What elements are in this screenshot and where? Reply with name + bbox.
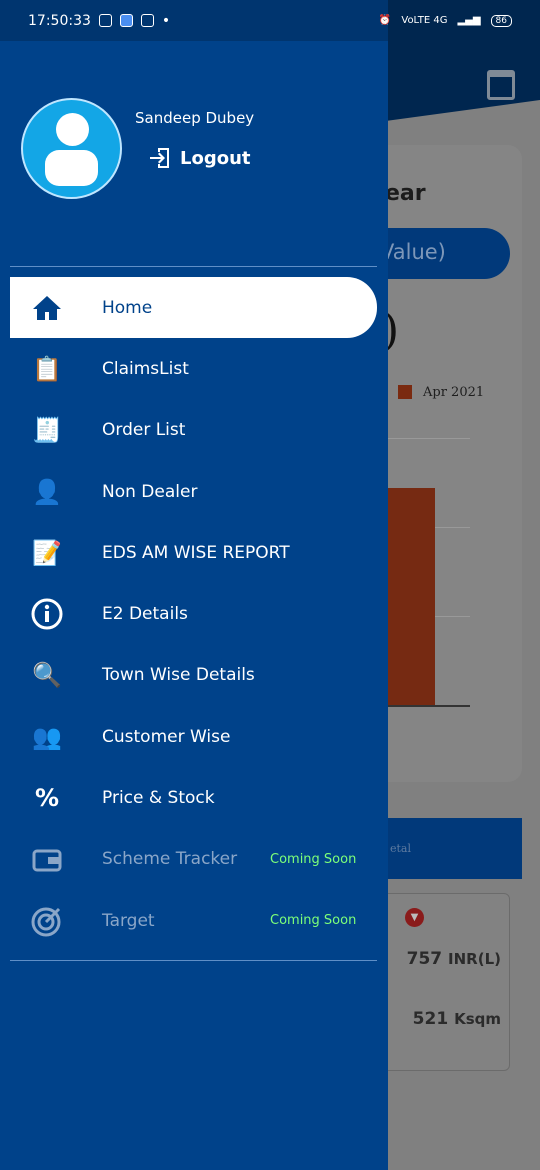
- order-list-icon: 🧾: [32, 416, 62, 445]
- menu-item-price-stock[interactable]: % Price & Stock: [10, 767, 377, 828]
- logout-icon: [150, 148, 169, 168]
- dropdown-icon[interactable]: ▼: [405, 908, 424, 927]
- menu-item-non-dealer[interactable]: 👤 Non Dealer: [10, 461, 377, 522]
- card-title: ear: [385, 181, 426, 206]
- menu-item-claimslist[interactable]: 📋 ClaimsList: [10, 338, 377, 399]
- divider: [10, 266, 377, 267]
- menu-item-e2-details[interactable]: E2 Details: [10, 583, 377, 644]
- legend-label: Apr 2021: [423, 385, 485, 400]
- menu-item-eds-am-wise-report[interactable]: 📝 EDS AM WISE REPORT: [10, 522, 377, 583]
- navigation-drawer: Sandeep Dubey Logout Home 📋 ClaimsList 🧾 O…: [0, 0, 388, 1170]
- report-edit-icon: 📝: [32, 538, 62, 567]
- notification-icon: [140, 14, 154, 27]
- drawer-menu: Home 📋 ClaimsList 🧾 Order List 👤 Non Dealer…: [10, 277, 377, 951]
- coming-soon-badge: Coming Soon: [270, 913, 357, 929]
- menu-item-home[interactable]: Home: [10, 277, 377, 339]
- value-row: 521 Ksqm: [412, 1009, 501, 1029]
- info-icon: [30, 597, 64, 631]
- alarm-icon: ⏰: [378, 15, 392, 26]
- clipboard-check-icon: 📋: [32, 354, 62, 383]
- avatar: [21, 98, 122, 199]
- signal-icon: ▂▄▆: [457, 15, 481, 26]
- percent-hand-icon: %: [34, 784, 60, 813]
- menu-item-target[interactable]: Target Coming Soon: [10, 890, 377, 951]
- town-search-icon: 🔍: [32, 661, 62, 690]
- notification-icon: [119, 14, 133, 27]
- target-icon: [30, 904, 64, 938]
- home-icon: [30, 291, 64, 325]
- divider: [10, 960, 377, 961]
- coming-soon-badge: Coming Soon: [270, 851, 357, 867]
- menu-item-order-list[interactable]: 🧾 Order List: [10, 400, 377, 461]
- value-row: 757 INR(L): [406, 949, 501, 969]
- logout-label: Logout: [180, 147, 251, 169]
- dot-icon: •: [161, 12, 171, 29]
- clock: 17:50:33: [28, 12, 91, 29]
- user-name: Sandeep Dubey: [135, 109, 255, 127]
- network-label: VoLTE 4G: [401, 15, 448, 26]
- person-icon: 👤: [32, 477, 62, 506]
- logout-button[interactable]: Logout: [148, 146, 251, 170]
- menu-item-customer-wise[interactable]: 👥 Customer Wise: [10, 706, 377, 767]
- legend-swatch: [398, 385, 412, 399]
- calendar-icon[interactable]: [487, 70, 515, 100]
- wallet-icon: [30, 842, 64, 876]
- menu-item-scheme-tracker[interactable]: Scheme Tracker Coming Soon: [10, 829, 377, 890]
- status-bar: 17:50:33 • ⏰ VoLTE 4G ▂▄▆ 86: [0, 0, 540, 41]
- group-icon: 👥: [32, 722, 62, 751]
- battery-icon: 86: [490, 14, 512, 27]
- menu-item-town-wise-details[interactable]: 🔍 Town Wise Details: [10, 645, 377, 706]
- notification-icon: [98, 14, 112, 27]
